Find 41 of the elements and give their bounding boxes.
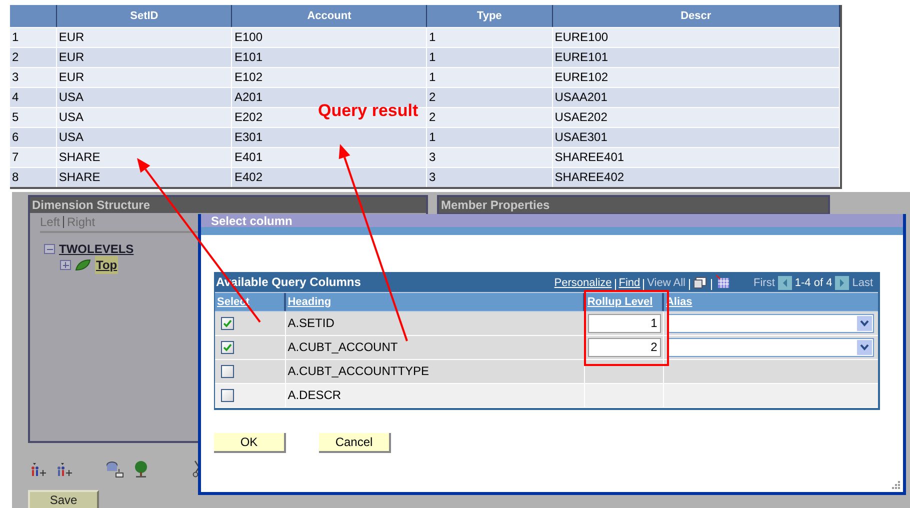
- previous-icon[interactable]: [778, 276, 792, 290]
- database-icon[interactable]: [106, 460, 124, 478]
- expand-icon[interactable]: [60, 260, 71, 270]
- dialog-title: Select column: [211, 214, 292, 228]
- table-cell: A.CUBT_ACCOUNT: [286, 336, 586, 359]
- panel-title: Member Properties: [440, 197, 551, 213]
- resize-grip-icon[interactable]: [892, 481, 901, 490]
- tree-node-link[interactable]: TWOLEVELS: [59, 240, 134, 258]
- save-button[interactable]: Save: [28, 490, 99, 508]
- first-link[interactable]: First: [754, 274, 775, 291]
- alias-dropdown[interactable]: [666, 314, 874, 333]
- select-checkbox[interactable]: [221, 341, 234, 354]
- leaf-icon: [75, 259, 91, 271]
- chevron-down-icon: [856, 316, 872, 331]
- alias-dropdown[interactable]: [666, 338, 874, 357]
- last-link[interactable]: Last: [852, 274, 873, 291]
- select-checkbox[interactable]: [221, 365, 234, 378]
- dialog-button[interactable]: Cancel: [319, 433, 391, 453]
- collapse-icon[interactable]: [44, 244, 55, 254]
- grid-toolbar-link[interactable]: Find: [618, 274, 640, 291]
- table-cell: A.SETID: [286, 312, 586, 335]
- panel-title: Dimension Structure: [30, 197, 426, 213]
- new-window-icon[interactable]: [692, 277, 706, 289]
- rollup-level-field[interactable]: 1: [588, 314, 662, 333]
- tree-node-link[interactable]: Top: [95, 256, 118, 274]
- table-cell: E402: [232, 168, 427, 187]
- table-cell: SHAREE402: [552, 168, 840, 187]
- select-checkbox[interactable]: [221, 317, 234, 330]
- spreadsheet-icon[interactable]: [716, 275, 730, 289]
- table-cell: 3: [427, 168, 553, 187]
- table-cell: A.DESCR: [286, 384, 586, 407]
- table-cell: A.CUBT_ACCOUNTTYPE: [286, 360, 586, 383]
- next-icon[interactable]: [835, 276, 850, 290]
- select-checkbox[interactable]: [221, 389, 234, 402]
- page-range: 1-4 of 4: [794, 276, 832, 290]
- grid-toolbar-link[interactable]: Personalize: [554, 274, 612, 291]
- chevron-down-icon: [856, 340, 872, 355]
- tree-icon[interactable]: [132, 460, 150, 478]
- row-number: 8: [10, 168, 57, 187]
- dialog-button[interactable]: OK: [214, 433, 286, 453]
- rollup-level-field[interactable]: 2: [588, 338, 662, 357]
